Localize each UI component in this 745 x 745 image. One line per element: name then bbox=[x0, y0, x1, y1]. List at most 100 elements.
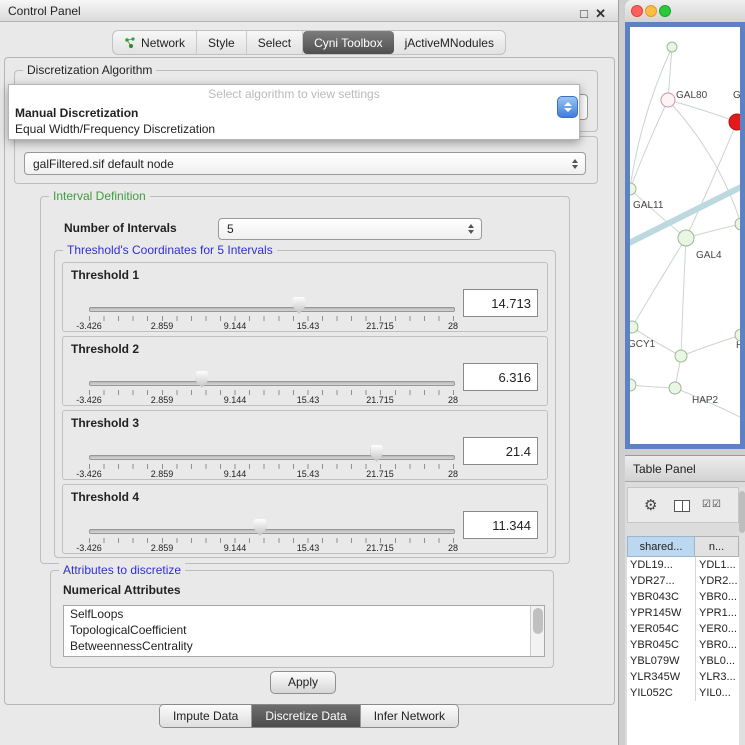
list-item[interactable]: TopologicalCoefficient bbox=[64, 622, 544, 638]
table-toolbar: ⚙ ☑☑ bbox=[627, 487, 739, 523]
list-scrollbar[interactable] bbox=[530, 606, 544, 656]
cell-name[interactable]: YER0... bbox=[695, 621, 739, 637]
close-icon[interactable]: ✕ bbox=[595, 3, 606, 25]
table-row[interactable]: YBR043C YBR0... bbox=[627, 589, 739, 605]
table-row[interactable]: YDL19... YDL1... bbox=[627, 557, 739, 573]
arrow-down-icon bbox=[468, 230, 474, 234]
cell-shared[interactable]: YDL19... bbox=[627, 557, 695, 573]
cell-shared[interactable]: YBL079W bbox=[627, 653, 695, 669]
gear-icon[interactable]: ⚙ bbox=[644, 496, 657, 514]
list-item[interactable]: SelfLoops bbox=[64, 606, 544, 622]
network-node-hap2[interactable] bbox=[669, 382, 681, 394]
algorithm-option-manual[interactable]: Manual Discretization bbox=[9, 105, 579, 121]
threshold-label: Threshold 2 bbox=[71, 342, 139, 356]
column-header-name[interactable]: n... bbox=[695, 536, 739, 557]
tab-impute-data[interactable]: Impute Data bbox=[160, 705, 252, 727]
zoom-traffic-light-icon[interactable] bbox=[659, 5, 671, 17]
algorithm-option-equal-width[interactable]: Equal Width/Frequency Discretization bbox=[9, 121, 579, 137]
list-item[interactable]: BetweennessCentrality bbox=[64, 638, 544, 654]
cell-name[interactable]: YBL0... bbox=[695, 653, 739, 669]
slider-track[interactable] bbox=[89, 307, 455, 312]
table-row[interactable]: YIL052C YIL0... bbox=[627, 685, 739, 701]
threshold-slider[interactable] bbox=[89, 371, 453, 389]
table-row[interactable]: YDR27... YDR2... bbox=[627, 573, 739, 589]
cell-name[interactable]: YBR0... bbox=[695, 637, 739, 653]
slider-ticks bbox=[89, 390, 454, 395]
attributes-group: Attributes to discretize Numerical Attri… bbox=[50, 570, 554, 668]
network-node-gal80[interactable] bbox=[661, 93, 675, 107]
algorithm-placeholder: Select algorithm to view settings bbox=[9, 85, 579, 105]
slider-track[interactable] bbox=[89, 381, 455, 386]
cell-name[interactable]: YBR0... bbox=[695, 589, 739, 605]
threshold-value-field[interactable]: 14.713 bbox=[463, 289, 538, 317]
threshold-panel-4: Threshold 4 -3.426 2.859 9.144 15.43 21.… bbox=[62, 484, 548, 554]
tab-infer-network[interactable]: Infer Network bbox=[361, 705, 458, 727]
network-node[interactable] bbox=[675, 350, 687, 362]
number-of-intervals-combobox[interactable]: 5 bbox=[218, 218, 482, 240]
table-panel-title: Table Panel bbox=[633, 462, 696, 476]
arrow-down-icon bbox=[564, 108, 572, 112]
scrollbar-thumb[interactable] bbox=[533, 608, 543, 634]
algorithm-dropdown-popup: Select algorithm to view settings Manual… bbox=[8, 84, 580, 140]
table-row[interactable]: YBR045C YBR0... bbox=[627, 637, 739, 653]
tab-cyni-toolbox[interactable]: Cyni Toolbox bbox=[303, 31, 393, 54]
apply-button[interactable]: Apply bbox=[270, 671, 336, 694]
cell-name[interactable]: YDL1... bbox=[695, 557, 739, 573]
table-row[interactable]: YLR345W YLR3... bbox=[627, 669, 739, 685]
minimize-traffic-light-icon[interactable] bbox=[645, 5, 657, 17]
tab-jactivemnodules[interactable]: jActiveMNodules bbox=[394, 31, 505, 54]
cell-name[interactable]: YPR1... bbox=[695, 605, 739, 621]
cell-shared[interactable]: YPR145W bbox=[627, 605, 695, 621]
threshold-value-field[interactable]: 6.316 bbox=[463, 363, 538, 391]
tab-label: Infer Network bbox=[374, 709, 445, 723]
network-canvas[interactable]: GAL80 GA GAL11 GAL4 GCY1 H HAP2 bbox=[630, 27, 740, 444]
threshold-slider[interactable] bbox=[89, 445, 453, 463]
network-window-titlebar[interactable] bbox=[625, 0, 745, 23]
tab-select[interactable]: Select bbox=[247, 31, 303, 54]
cell-name[interactable]: YLR3... bbox=[695, 669, 739, 685]
combo-stepper-icon[interactable] bbox=[557, 96, 578, 118]
numerical-attributes-list[interactable]: SelfLoops TopologicalCoefficient Between… bbox=[63, 605, 545, 657]
scrollbar-thumb[interactable] bbox=[739, 491, 745, 533]
tab-style[interactable]: Style bbox=[197, 31, 247, 54]
cell-shared[interactable]: YER054C bbox=[627, 621, 695, 637]
select-columns-checkbox-icon[interactable]: ☑☑ bbox=[702, 499, 722, 510]
network-node[interactable] bbox=[667, 42, 677, 52]
close-traffic-light-icon[interactable] bbox=[631, 5, 643, 17]
table-row[interactable]: YPR145W YPR1... bbox=[627, 605, 739, 621]
cell-shared[interactable]: YLR345W bbox=[627, 669, 695, 685]
cell-name[interactable]: YDR2... bbox=[695, 573, 739, 589]
table-row[interactable]: YBL079W YBL0... bbox=[627, 653, 739, 669]
threshold-value-field[interactable]: 11.344 bbox=[463, 511, 538, 539]
table-scrollbar[interactable] bbox=[739, 487, 745, 745]
scale-label: 21.715 bbox=[366, 469, 394, 479]
column-header-shared[interactable]: shared... bbox=[627, 536, 695, 557]
scale-label: 15.43 bbox=[297, 543, 320, 553]
cell-name[interactable]: YIL0... bbox=[695, 685, 739, 701]
columns-icon[interactable] bbox=[674, 500, 690, 512]
cell-shared[interactable]: YBR043C bbox=[627, 589, 695, 605]
threshold-value-field[interactable]: 21.4 bbox=[463, 437, 538, 465]
network-node-selected-red[interactable] bbox=[729, 114, 740, 130]
slider-track[interactable] bbox=[89, 455, 455, 460]
scale-label: 9.144 bbox=[224, 321, 247, 331]
scale-label: 15.43 bbox=[297, 321, 320, 331]
float-window-icon[interactable]: □ bbox=[580, 3, 588, 25]
threshold-slider[interactable] bbox=[89, 297, 453, 315]
cell-shared[interactable]: YDR27... bbox=[627, 573, 695, 589]
network-node[interactable] bbox=[630, 379, 636, 391]
tab-discretize-data[interactable]: Discretize Data bbox=[252, 705, 360, 727]
cell-shared[interactable]: YBR045C bbox=[627, 637, 695, 653]
threshold-slider[interactable] bbox=[89, 519, 453, 537]
tab-network[interactable]: Network bbox=[113, 31, 197, 54]
table-data-combobox[interactable]: galFiltered.sif default node bbox=[24, 152, 586, 175]
network-node-gal4[interactable] bbox=[678, 230, 694, 246]
scale-label: 15.43 bbox=[297, 469, 320, 479]
table-rows: YDL19... YDL1... YDR27... YDR2... YBR043… bbox=[627, 557, 739, 745]
table-row[interactable]: YER054C YER0... bbox=[627, 621, 739, 637]
network-node[interactable] bbox=[735, 218, 740, 230]
scale-label: 15.43 bbox=[297, 395, 320, 405]
cell-shared[interactable]: YIL052C bbox=[627, 685, 695, 701]
slider-track[interactable] bbox=[89, 529, 455, 534]
network-node-gcy1[interactable] bbox=[630, 321, 638, 333]
